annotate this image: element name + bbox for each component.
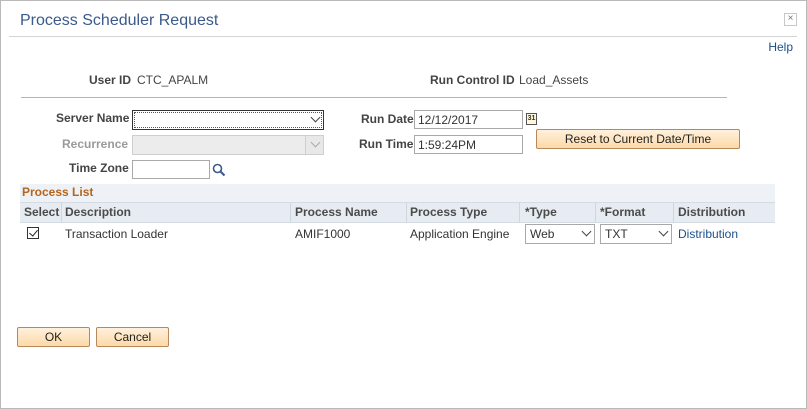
column-header-type: *Type [525,205,557,219]
recurrence-label: Recurrence [62,137,129,151]
format-select[interactable]: TXT [600,224,672,244]
run-time-label: Run Time [359,137,414,151]
run-control-value: Load_Assets [519,73,589,87]
run-date-input[interactable]: 12/12/2017 [414,110,523,129]
chevron-down-icon [581,226,592,237]
type-value: Web [530,227,555,241]
process-scheduler-dialog: Process Scheduler Request × Help User ID… [0,0,807,409]
chevron-down-icon [658,226,669,237]
server-name-label: Server Name [56,111,130,125]
column-header-process-name: Process Name [295,205,378,219]
time-zone-input[interactable] [132,160,210,179]
process-list-header: Process List [20,184,775,202]
search-icon[interactable] [212,163,226,177]
type-select[interactable]: Web [525,224,595,244]
server-name-select[interactable] [132,110,324,130]
close-icon[interactable]: × [784,13,797,26]
column-header-distribution: Distribution [678,205,746,219]
dialog-title: Process Scheduler Request [20,12,219,29]
help-link[interactable]: Help [768,40,793,54]
run-time-input[interactable]: 1:59:24PM [414,135,523,154]
row-description: Transaction Loader [65,227,168,241]
ok-button[interactable]: OK [17,327,90,347]
row-process-type: Application Engine [410,227,510,241]
format-value: TXT [605,227,628,241]
run-control-label: Run Control ID [430,73,515,87]
header-separator [21,97,727,98]
table-row: Transaction Loader AMIF1000 Application … [20,222,775,246]
select-checkbox[interactable] [27,227,39,239]
column-header-process-type: Process Type [410,205,488,219]
title-divider [9,36,797,37]
time-zone-label: Time Zone [69,161,129,175]
cancel-button[interactable]: Cancel [96,327,169,347]
chevron-down-icon [310,112,321,123]
checkmark-icon [29,227,38,237]
user-id-label: User ID [89,73,132,87]
run-date-label: Run Date [361,112,414,126]
column-header-format: *Format [600,205,646,219]
process-list-title: Process List [22,185,94,199]
reset-date-time-button[interactable]: Reset to Current Date/Time [536,129,740,149]
distribution-link[interactable]: Distribution [678,227,738,241]
calendar-icon[interactable]: 31 [526,113,537,125]
recurrence-select [132,135,324,155]
user-id-value: CTC_APALM [137,73,209,87]
column-header-select: Select [24,205,60,219]
column-header-description: Description [65,205,132,219]
row-process-name: AMIF1000 [295,227,351,241]
process-list-column-headers: Select Description Process Name Process … [20,202,775,223]
